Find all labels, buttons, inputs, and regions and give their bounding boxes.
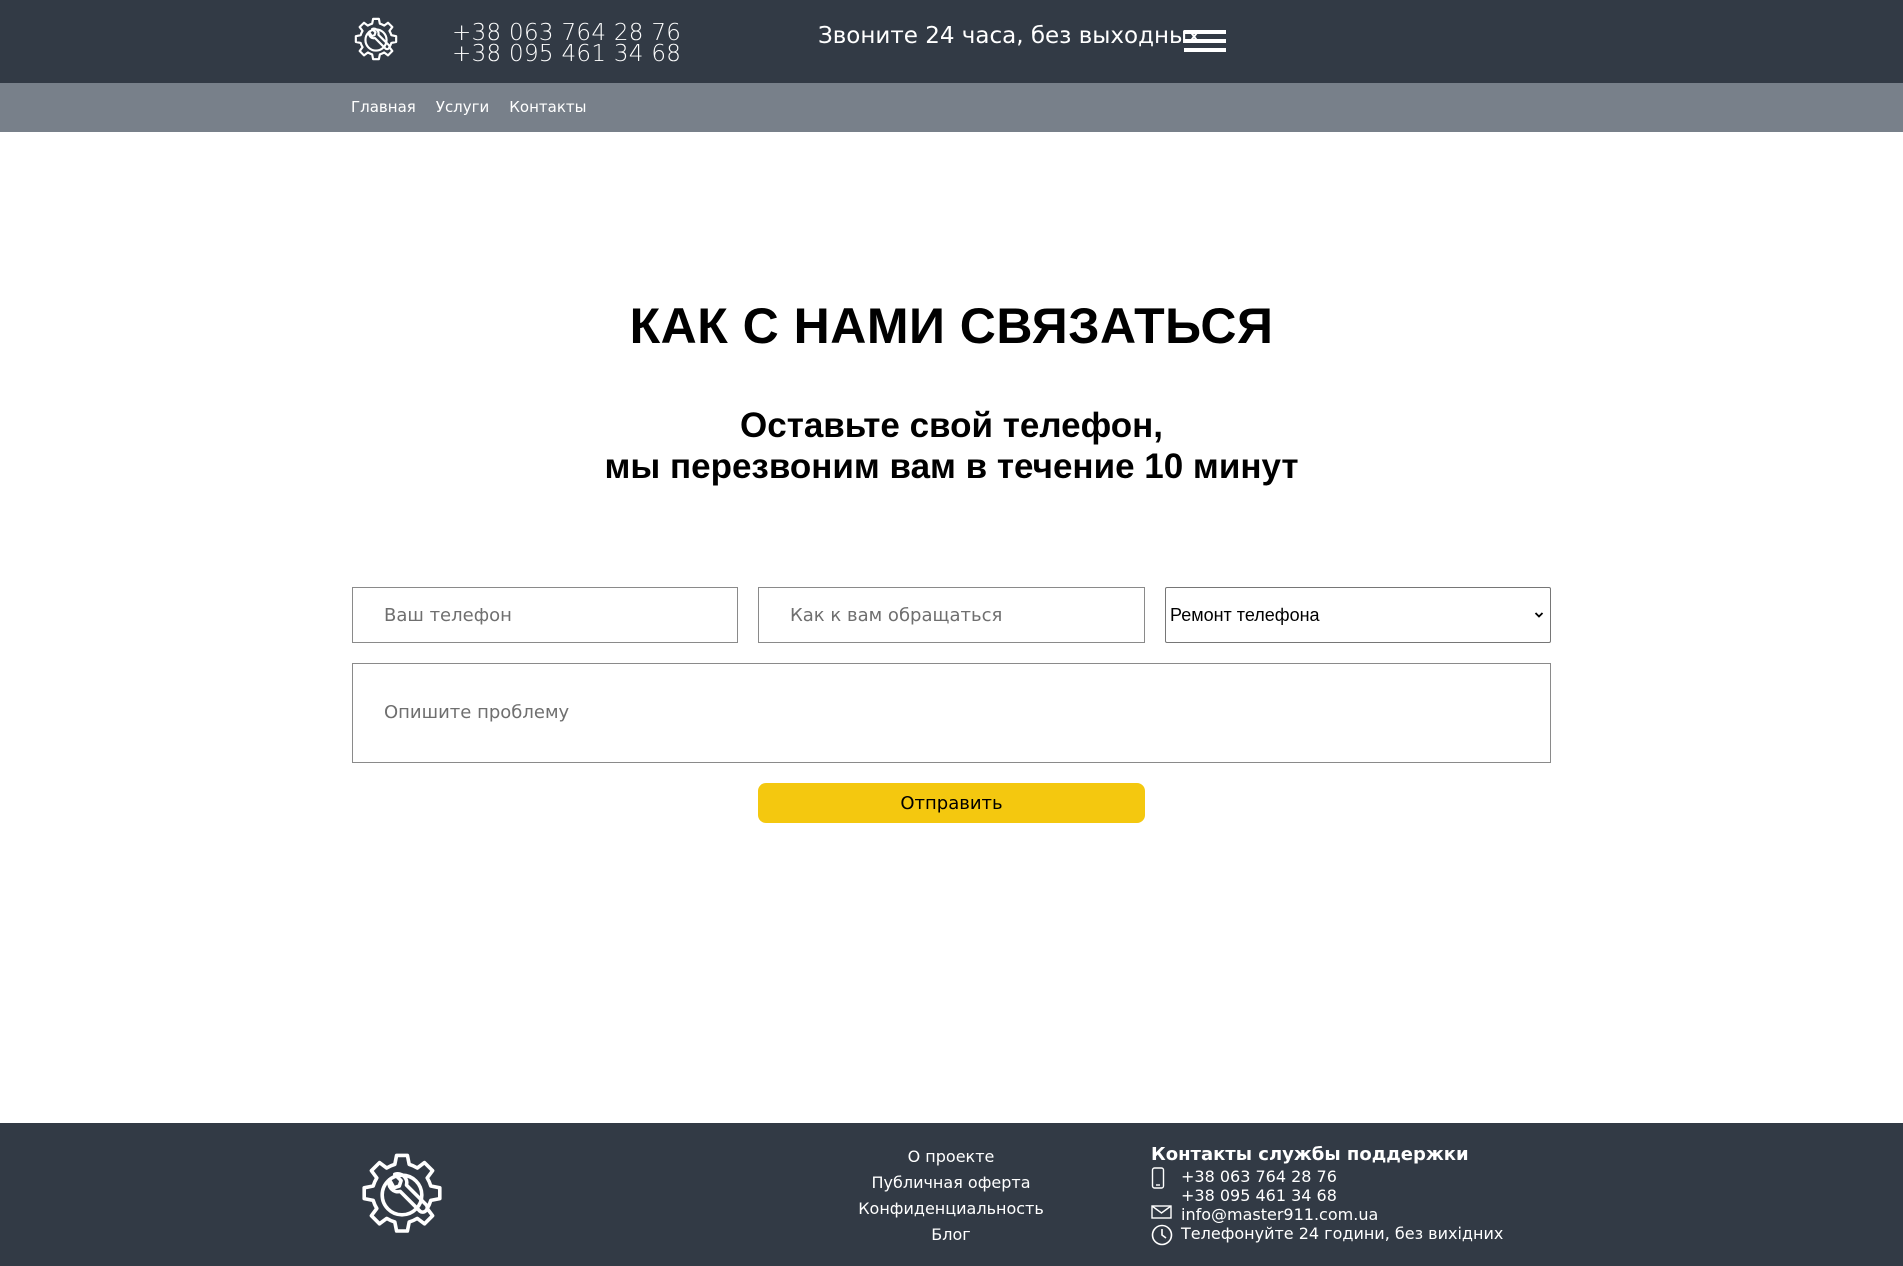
support-email-row: info@master911.com.ua	[1151, 1205, 1503, 1224]
support-phone-1[interactable]: +38 063 764 28 76	[1181, 1167, 1337, 1186]
support-phones: +38 063 764 28 76 +38 095 461 34 68	[1151, 1167, 1503, 1205]
page-subtitle: Оставьте свой телефон, мы перезвоним вам…	[0, 405, 1903, 487]
header-phone-2[interactable]: +38 095 461 34 68	[452, 43, 681, 66]
page-title: КАК С НАМИ СВЯЗАТЬСЯ	[629, 298, 1274, 354]
subtitle-line-1: Оставьте свой телефон,	[740, 406, 1163, 445]
main-nav: Главная Услуги Контакты	[351, 98, 587, 116]
footer-link-blog[interactable]: Блог	[830, 1222, 1072, 1248]
phone-field[interactable]	[352, 587, 738, 643]
chevron-down-icon	[1534, 612, 1544, 618]
footer: О проекте Публичная оферта Конфиденциаль…	[0, 1123, 1903, 1266]
submit-button[interactable]: Отправить	[758, 783, 1145, 823]
mobile-phone-icon	[1151, 1167, 1181, 1189]
support-hours-row: Телефонуйте 24 години, без вихідних	[1151, 1224, 1503, 1246]
hamburger-line	[1184, 30, 1226, 34]
hamburger-line	[1184, 39, 1226, 43]
service-select[interactable]: Ремонт телефона	[1165, 587, 1551, 643]
name-input[interactable]	[790, 588, 1144, 642]
footer-link-privacy[interactable]: Конфиденциальность	[830, 1196, 1072, 1222]
clock-icon	[1151, 1224, 1181, 1246]
nav-item-services[interactable]: Услуги	[436, 98, 489, 116]
problem-field[interactable]	[352, 663, 1551, 763]
envelope-icon	[1151, 1205, 1181, 1219]
support-email[interactable]: info@master911.com.ua	[1181, 1205, 1378, 1224]
subtitle-line-2: мы перезвоним вам в течение 10 минут	[604, 447, 1299, 486]
logo-gear-wrench-icon[interactable]	[352, 16, 400, 64]
support-contacts: Контакты службы поддержки +38 063 764 28…	[1151, 1143, 1503, 1246]
nav-bar: Главная Услуги Контакты	[0, 83, 1903, 132]
hamburger-icon[interactable]	[1184, 30, 1226, 54]
problem-textarea[interactable]	[384, 664, 1550, 762]
support-title: Контакты службы поддержки	[1151, 1144, 1469, 1165]
footer-gear-wrench-icon[interactable]	[357, 1150, 447, 1240]
hamburger-line	[1184, 48, 1226, 52]
header-phones: +38 063 764 28 76 +38 095 461 34 68	[452, 22, 681, 66]
service-select-value: Ремонт телефона	[1170, 604, 1320, 625]
support-hours: Телефонуйте 24 години, без вихідних	[1181, 1224, 1504, 1243]
footer-link-about[interactable]: О проекте	[830, 1144, 1072, 1170]
nav-item-home[interactable]: Главная	[351, 98, 416, 116]
support-phone-2[interactable]: +38 095 461 34 68	[1181, 1186, 1337, 1205]
header-hours: Звоните 24 часа, без выходных	[818, 23, 1201, 49]
name-field[interactable]	[758, 587, 1145, 643]
nav-item-contacts[interactable]: Контакты	[509, 98, 586, 116]
top-header: +38 063 764 28 76 +38 095 461 34 68 Звон…	[0, 0, 1903, 83]
footer-links: О проекте Публичная оферта Конфиденциаль…	[830, 1144, 1072, 1248]
phone-input[interactable]	[384, 588, 737, 642]
footer-link-offer[interactable]: Публичная оферта	[830, 1170, 1072, 1196]
